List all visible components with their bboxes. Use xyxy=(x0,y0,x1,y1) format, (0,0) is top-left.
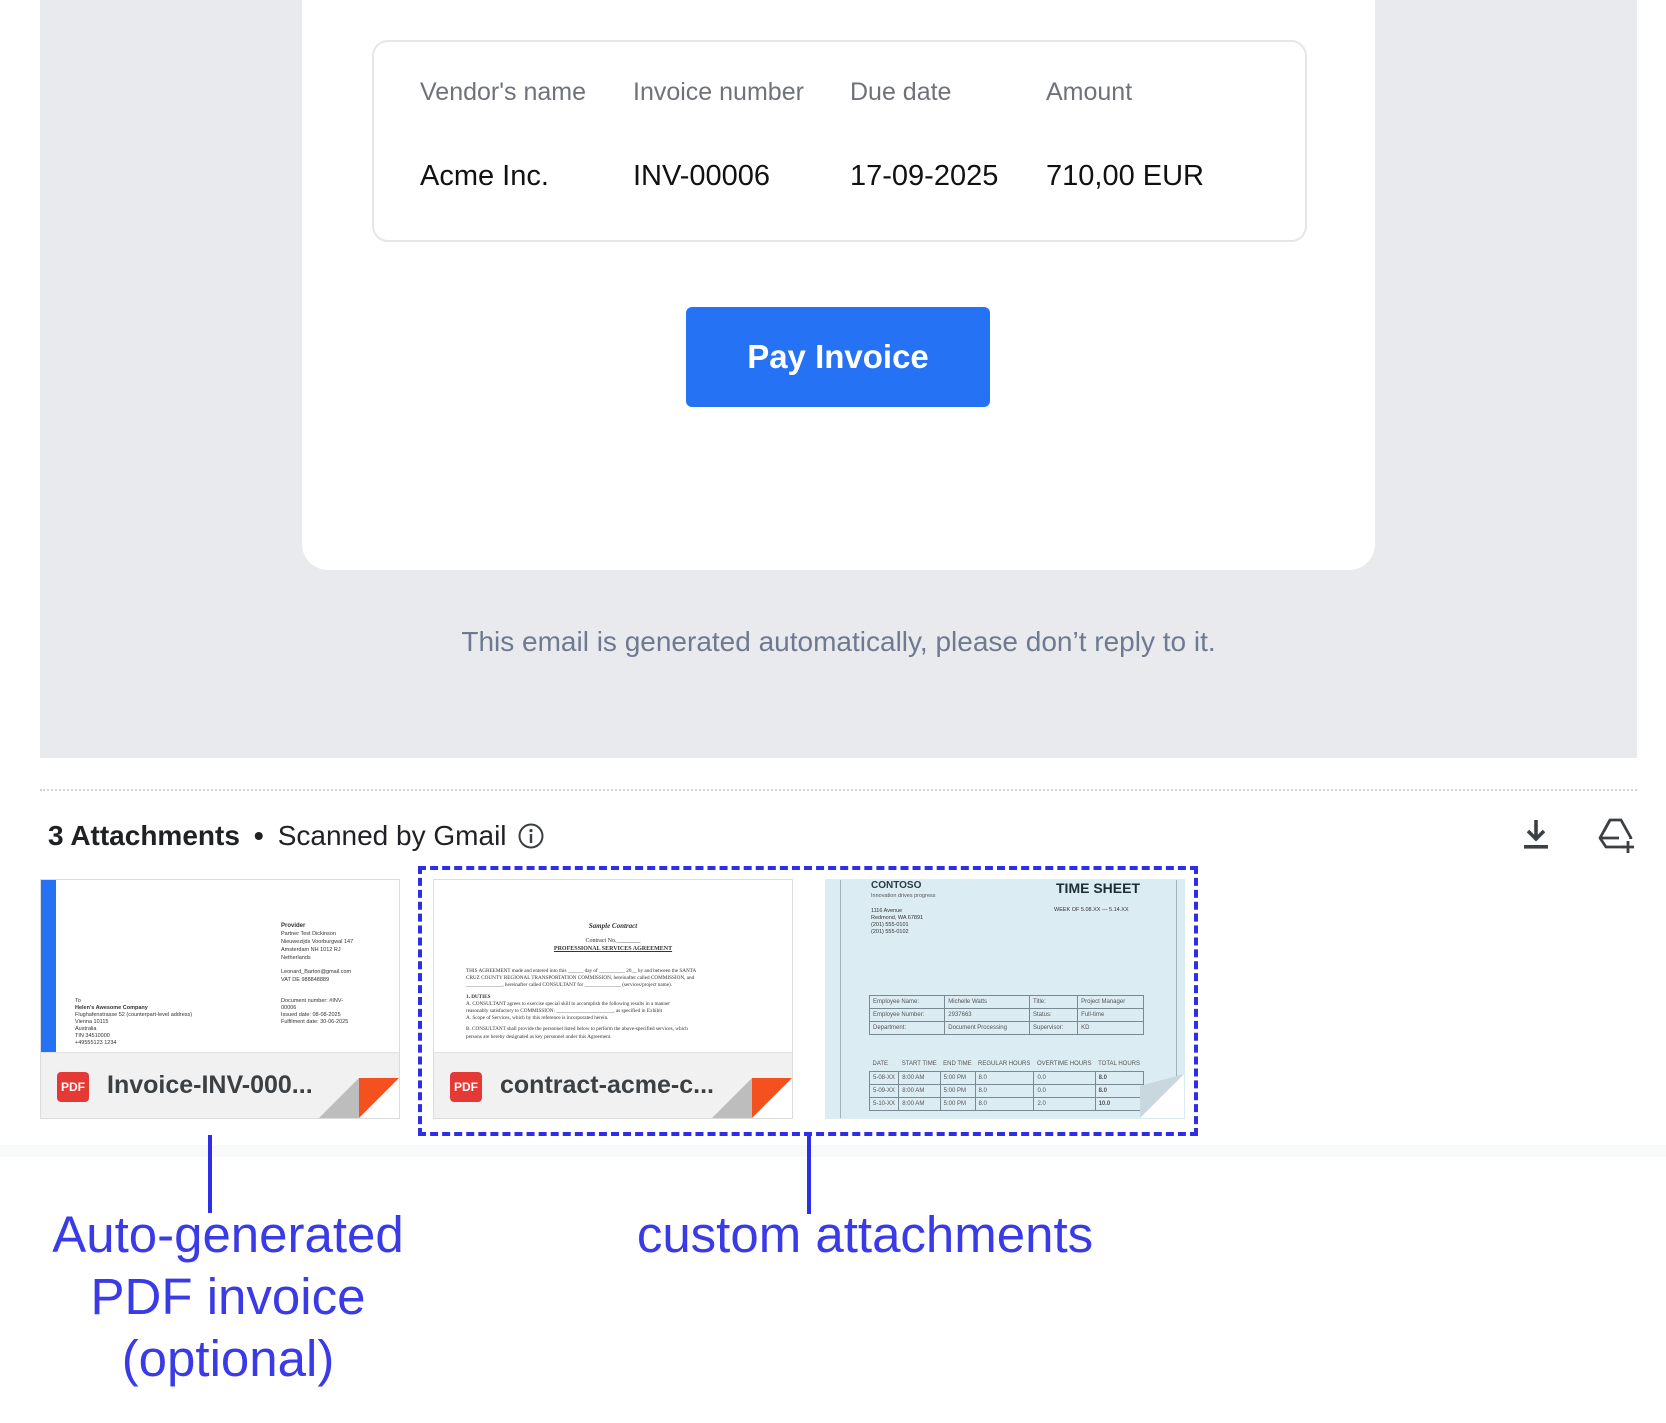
download-icon[interactable] xyxy=(1515,814,1557,856)
scanned-by-gmail-label: Scanned by Gmail xyxy=(277,820,507,851)
separator-dot: • xyxy=(253,820,264,851)
document-info-block: Document number: #INV- 00006 Issued date… xyxy=(281,998,349,1025)
info-icon[interactable] xyxy=(517,822,545,850)
custom-attachments-annotation: custom attachments xyxy=(636,1206,1094,1263)
invoice-number-value: INV-00006 xyxy=(633,160,771,192)
custom-attachments-highlight xyxy=(418,866,1198,1136)
invoice-pointer-line xyxy=(208,1135,212,1213)
recipient-block: To Helen's Awesome Company Flughafenstra… xyxy=(75,998,193,1046)
invoice-pdf-filename: Invoice-INV-000... xyxy=(107,1071,313,1099)
invoice-pdf-preview: Provider Partner Test Dickinson Nieuwezi… xyxy=(41,880,399,1052)
provider-title: Provider xyxy=(281,923,306,929)
invoice-number-label: Invoice number xyxy=(633,78,804,106)
auto-generated-pdf-annotation: Auto-generated PDF invoice (optional) xyxy=(52,1206,404,1387)
invoice-accent-bar xyxy=(41,880,56,1052)
bottom-band xyxy=(0,1145,1666,1157)
auto-generated-notice: This email is generated automatically, p… xyxy=(461,626,1216,657)
page-curl-icon xyxy=(319,1078,399,1118)
attachment-invoice-pdf[interactable]: Provider Partner Test Dickinson Nieuwezi… xyxy=(40,879,400,1119)
add-to-drive-icon[interactable] xyxy=(1595,814,1637,856)
vendor-name-value: Acme Inc. xyxy=(420,160,549,192)
vendor-name-label: Vendor's name xyxy=(420,78,586,106)
provider-block: Partner Test Dickinson Nieuwezijds Voorb… xyxy=(281,931,354,983)
attachments-count: 3 Attachments xyxy=(48,820,240,851)
custom-pointer-line xyxy=(807,1136,811,1214)
attachments-header: 3 Attachments • Scanned by Gmail xyxy=(48,816,545,856)
due-date-label: Due date xyxy=(850,78,952,106)
email-body: Vendor's name Acme Inc. Invoice number I… xyxy=(40,0,1637,758)
pdf-file-icon: PDF xyxy=(57,1072,89,1102)
pay-invoice-button[interactable]: Pay Invoice xyxy=(686,307,990,407)
attachments-divider xyxy=(40,789,1637,791)
invoice-details-box: Vendor's name Acme Inc. Invoice number I… xyxy=(372,40,1307,242)
amount-value: 710,00 EUR xyxy=(1046,160,1204,192)
invoice-card: Vendor's name Acme Inc. Invoice number I… xyxy=(302,0,1375,570)
amount-label: Amount xyxy=(1046,78,1133,106)
due-date-value: 17-09-2025 xyxy=(850,160,999,192)
